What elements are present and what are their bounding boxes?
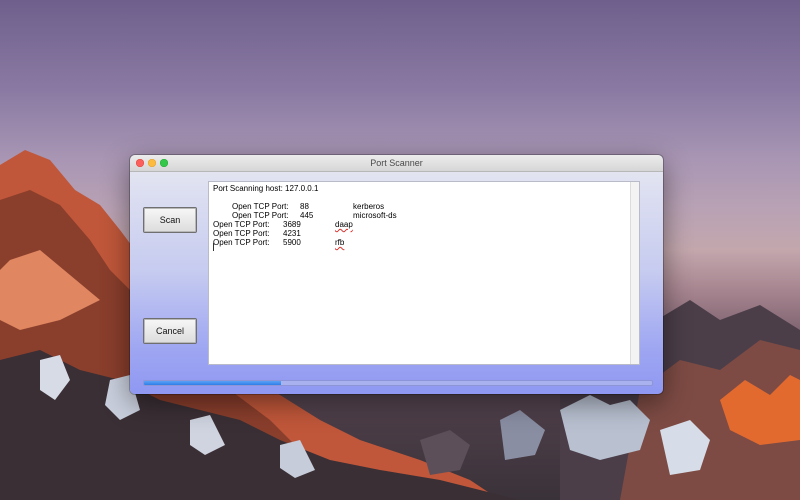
result-label: Open TCP Port: bbox=[213, 238, 270, 247]
maximize-window-button[interactable] bbox=[160, 159, 168, 167]
window-title: Port Scanner bbox=[370, 158, 423, 168]
result-label: Open TCP Port: bbox=[232, 211, 289, 220]
result-port: 445 bbox=[300, 211, 314, 220]
title-bar[interactable]: Port Scanner bbox=[130, 155, 663, 172]
result-service: daap bbox=[335, 220, 353, 229]
scan-output-textarea[interactable]: Port Scanning host: 127.0.0.1 Open TCP P… bbox=[208, 181, 640, 365]
result-label: Open TCP Port: bbox=[232, 202, 289, 211]
cancel-button[interactable]: Cancel bbox=[143, 318, 197, 344]
result-row: Open TCP Port: 445 microsoft-ds bbox=[213, 211, 635, 220]
result-row: Open TCP Port: 4231 bbox=[213, 229, 635, 238]
results-list: Open TCP Port: 88 kerberos Open TCP Port: 44… bbox=[213, 202, 635, 247]
scan-button[interactable]: Scan bbox=[143, 207, 197, 233]
result-port: 88 bbox=[300, 202, 309, 211]
result-service: kerberos bbox=[353, 202, 385, 211]
result-port: 4231 bbox=[283, 229, 301, 238]
result-row: Open TCP Port: 3689 daap bbox=[213, 220, 635, 229]
output-scrollbar[interactable] bbox=[630, 182, 639, 364]
result-service: rfb bbox=[335, 238, 345, 247]
scan-progress-fill bbox=[144, 381, 282, 385]
scan-progress-bar bbox=[143, 380, 653, 386]
text-caret bbox=[213, 243, 214, 251]
output-header: Port Scanning host: 127.0.0.1 bbox=[213, 184, 319, 193]
result-row: Open TCP Port: 88 kerberos bbox=[213, 202, 635, 211]
result-port: 3689 bbox=[283, 220, 301, 229]
result-port: 5900 bbox=[283, 238, 301, 247]
result-label: Open TCP Port: bbox=[213, 220, 270, 229]
output-header-line: Port Scanning host: 127.0.0.1 bbox=[213, 184, 635, 193]
port-scanner-window: Port Scanner Scan Cancel Port Scanning h… bbox=[130, 155, 663, 394]
window-content: Scan Cancel Port Scanning host: 127.0.0.… bbox=[130, 172, 663, 394]
result-service: microsoft-ds bbox=[353, 211, 397, 220]
minimize-window-button[interactable] bbox=[148, 159, 156, 167]
result-row: Open TCP Port: 5900 rfb bbox=[213, 238, 635, 247]
close-window-button[interactable] bbox=[136, 159, 144, 167]
result-label: Open TCP Port: bbox=[213, 229, 270, 238]
